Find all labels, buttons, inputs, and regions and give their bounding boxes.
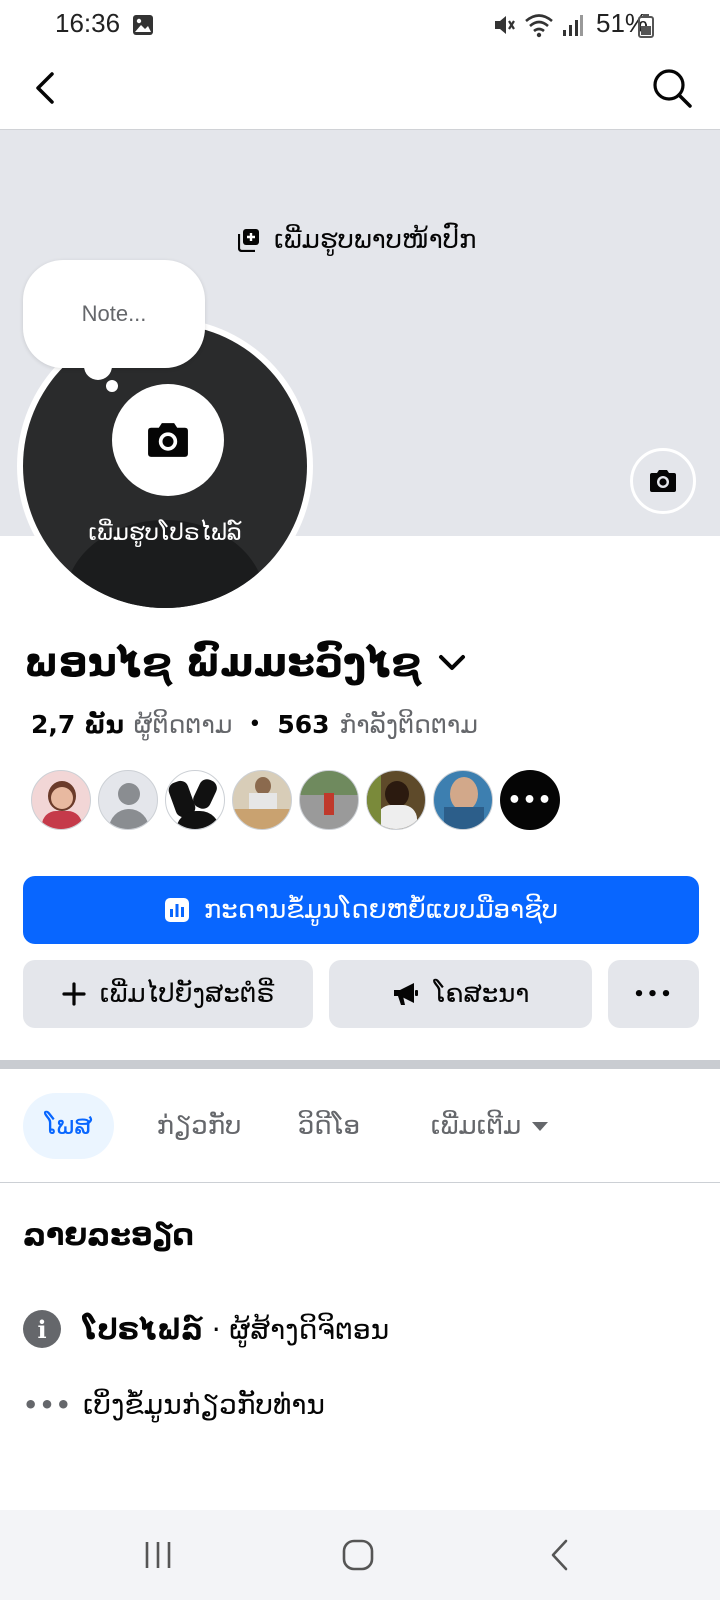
search-button[interactable]	[648, 64, 696, 112]
megaphone-icon	[393, 983, 418, 1005]
tab-more[interactable]: ເພີ່ມເຕີມ	[418, 1093, 562, 1159]
chevron-down-icon[interactable]	[437, 652, 467, 674]
add-to-story-label: ເພີ່ມໄປຍັງສະຕໍຣີ່	[99, 979, 275, 1009]
profile-tabs: ໂພສ ກ່ຽວກັບ ວິດີໂອ ເພີ່ມເຕີມ	[0, 1069, 720, 1183]
note-bubble[interactable]: Note...	[23, 260, 205, 368]
back-button[interactable]	[24, 64, 72, 112]
stats-separator: •	[248, 712, 262, 737]
camera-icon	[650, 470, 676, 492]
tab-videos[interactable]: ວິດີໂອ	[292, 1093, 366, 1159]
section-divider	[0, 1060, 720, 1069]
profile-category-label: ໂປຣໄຟລ໌	[83, 1312, 203, 1346]
status-time: 16:36	[55, 8, 121, 38]
back-chevron-icon	[551, 1539, 568, 1571]
more-options-button[interactable]: •••	[608, 960, 699, 1028]
details-heading: ລາຍລະອຽດ	[23, 1218, 194, 1253]
professional-dashboard-button[interactable]: ກະດານຂໍ້ມູນໂດຍຫຍໍ້ແບບມືອາຊີບ	[23, 876, 699, 944]
follower-avatar[interactable]	[366, 770, 426, 830]
promote-button[interactable]: ໂຄສະນາ	[329, 960, 592, 1028]
recent-apps-icon	[145, 1542, 171, 1568]
see-about-info-label: ເບິ່ງຂໍ້ມູນກ່ຽວກັບທ່ານ	[83, 1388, 325, 1421]
profile-name: ພອນໄຊ ພົມມະວົງໄຊ	[24, 640, 422, 686]
signal-icon	[563, 15, 583, 36]
promote-label: ໂຄສະນາ	[433, 979, 530, 1009]
profile-category-row: i ໂປຣໄຟລ໌ · ຜູ້ສ້າງດິຈິຕອນ	[23, 1310, 389, 1348]
cover-camera-button[interactable]	[630, 448, 696, 514]
image-icon	[133, 15, 153, 35]
add-profile-photo-label: ເພີ່ມຮູບໂປຣໄຟລ໌	[88, 520, 242, 546]
add-photo-icon	[238, 229, 259, 252]
follower-avatar[interactable]	[98, 770, 158, 830]
followers-count[interactable]: 2,7 ພັນ	[31, 710, 124, 739]
tab-more-label: ເພີ່ມເຕີມ	[430, 1111, 522, 1141]
following-count[interactable]: 563	[277, 710, 329, 739]
recent-apps-button[interactable]	[128, 1530, 188, 1580]
profile-category-value: · ຜູ້ສ້າງດິຈິຕອນ	[202, 1312, 390, 1346]
status-bar: 16:36 51%	[0, 0, 720, 52]
system-navigation-bar	[0, 1510, 720, 1600]
top-navigation-bar	[0, 52, 720, 130]
more-dots-icon: •••	[23, 1390, 73, 1419]
tab-about[interactable]: ກ່ຽວກັບ	[140, 1093, 258, 1159]
follower-avatar[interactable]	[299, 770, 359, 830]
add-profile-photo-button[interactable]	[112, 384, 224, 496]
follower-avatars-row: •••	[31, 770, 560, 830]
follower-avatar[interactable]	[232, 770, 292, 830]
more-followers-button[interactable]: •••	[500, 770, 560, 830]
mute-icon	[495, 16, 515, 34]
follow-stats: 2,7 ພັນ ຜູ້ຕິດຕາມ • 563 ກຳລັງຕິດຕາມ	[31, 710, 478, 739]
back-arrow-icon	[36, 72, 54, 104]
add-to-story-button[interactable]: ເພີ່ມໄປຍັງສະຕໍຣີ່	[23, 960, 313, 1028]
caret-down-icon	[532, 1122, 549, 1131]
home-icon	[342, 1539, 374, 1571]
search-icon	[653, 69, 692, 108]
follower-avatar[interactable]	[31, 770, 91, 830]
professional-dashboard-label: ກະດານຂໍ້ມູນໂດຍຫຍໍ້ແບບມືອາຊີບ	[203, 895, 559, 925]
profile-name-row[interactable]: ພອນໄຊ ພົມມະວົງໄຊ	[24, 640, 467, 686]
following-label[interactable]: ກຳລັງຕິດຕາມ	[340, 710, 478, 739]
info-icon: i	[23, 1310, 61, 1348]
note-placeholder: Note...	[81, 301, 147, 326]
dashboard-chart-icon	[164, 898, 189, 922]
plus-icon	[62, 982, 86, 1006]
wifi-icon	[525, 14, 553, 38]
follower-avatar[interactable]	[433, 770, 493, 830]
add-cover-label: ເພີ່ມຮູບພາບໜ້າປົກ	[274, 225, 477, 255]
more-options-icon: •••	[633, 983, 674, 1005]
followers-label[interactable]: ຜູ້ຕິດຕາມ	[134, 710, 232, 739]
add-cover-photo-button[interactable]: ເພີ່ມຮູບພາບໜ້າປົກ	[238, 220, 476, 260]
battery-icon	[638, 14, 654, 38]
see-about-info-link[interactable]: ••• ເບິ່ງຂໍ້ມູນກ່ຽວກັບທ່ານ	[23, 1388, 325, 1421]
note-bubble-tail-small	[106, 380, 118, 392]
tab-posts[interactable]: ໂພສ	[23, 1093, 114, 1159]
camera-icon	[148, 423, 188, 457]
home-button[interactable]	[328, 1530, 388, 1580]
system-back-button[interactable]	[530, 1530, 590, 1580]
follower-avatar[interactable]	[165, 770, 225, 830]
note-bubble-tail	[84, 352, 112, 380]
